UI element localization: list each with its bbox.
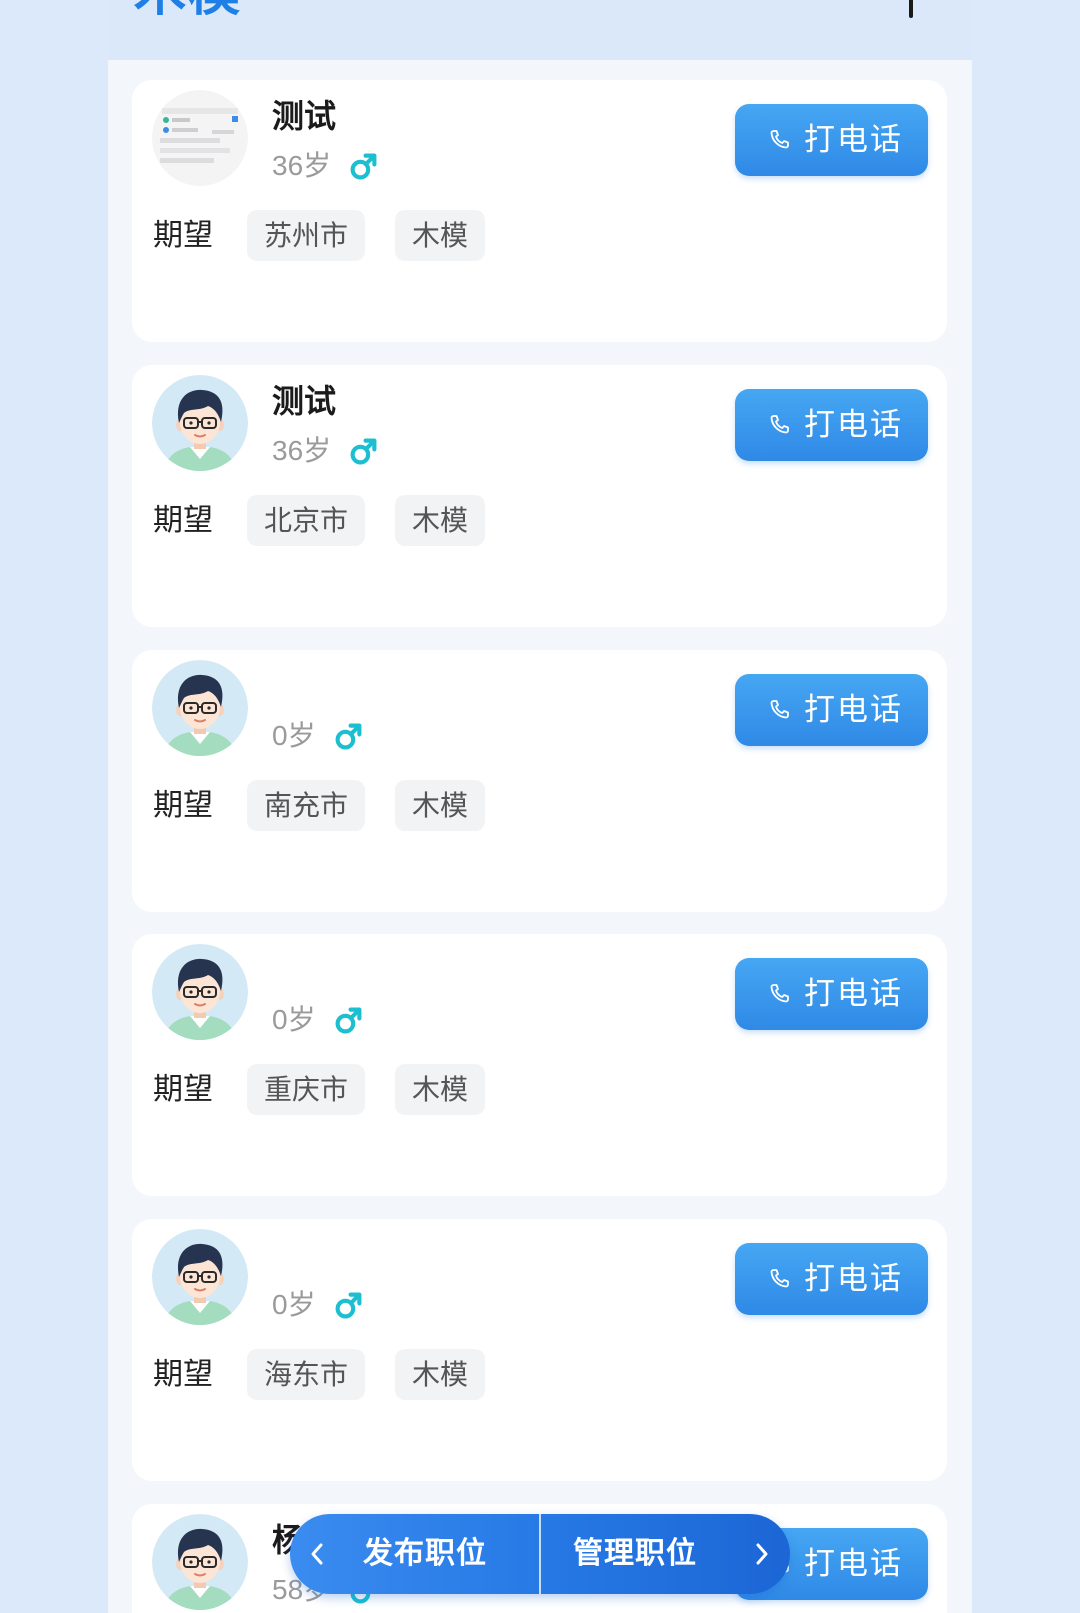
header: 木模 [108, 0, 972, 60]
city-tag: 南充市 [247, 780, 366, 831]
man-avatar-icon [152, 1514, 248, 1610]
chevron-left-icon[interactable] [308, 1541, 326, 1567]
expectation-label: 期望 [153, 1358, 213, 1391]
page-title: 木模 [134, 0, 242, 23]
man-avatar-icon [152, 375, 248, 471]
publish-job-button[interactable]: 发布职位 [290, 1514, 539, 1594]
candidate-age: 0岁 [272, 720, 316, 751]
call-button[interactable]: 打电话 [735, 958, 928, 1030]
expectation-row: 期望 苏州市 木模 [153, 210, 515, 261]
male-icon [334, 1006, 363, 1035]
job-tag: 木模 [395, 495, 486, 546]
expectation-row: 期望 北京市 木模 [153, 495, 515, 546]
call-button-label: 打电话 [804, 1546, 903, 1581]
expectation-label: 期望 [153, 504, 213, 537]
expectation-label: 期望 [153, 1073, 213, 1106]
candidate-card[interactable]: 0岁 期望 重庆市 木模 打电话 [132, 934, 947, 1196]
avatar [152, 944, 248, 1040]
expectation-label: 期望 [153, 219, 213, 252]
candidate-card[interactable]: 0岁 期望 海东市 木模 打电话 [132, 1219, 947, 1481]
candidate-card[interactable]: 测试 36岁 期望 苏州市 木模 打电话 [132, 80, 947, 342]
job-tag: 木模 [395, 1349, 486, 1400]
male-icon [334, 1291, 363, 1320]
age-row: 0岁 [272, 1288, 363, 1322]
phone-icon [768, 129, 790, 151]
phone-icon [768, 414, 790, 436]
expectation-row: 期望 南充市 木模 [153, 780, 515, 831]
city-tag: 苏州市 [247, 210, 366, 261]
job-tag: 木模 [395, 1064, 486, 1115]
bottom-action-bar: 发布职位 管理职位 [290, 1514, 790, 1594]
app-screen: 木模 测试 36岁 期望 苏州市 木模 打电话 测试 [0, 0, 1080, 1613]
man-avatar-icon [152, 660, 248, 756]
city-tag: 重庆市 [247, 1064, 366, 1115]
call-button-label: 打电话 [804, 976, 903, 1011]
candidate-name: 测试 [272, 383, 337, 419]
avatar [152, 1514, 248, 1610]
plus-icon[interactable] [891, 0, 931, 18]
avatar [152, 90, 248, 186]
candidate-card[interactable]: 0岁 期望 南充市 木模 打电话 [132, 650, 947, 912]
expectation-label: 期望 [153, 789, 213, 822]
avatar [152, 375, 248, 471]
call-button[interactable]: 打电话 [735, 1243, 928, 1315]
candidate-age: 0岁 [272, 1289, 316, 1320]
phone-icon [768, 983, 790, 1005]
screenshot-avatar-icon [152, 90, 248, 186]
city-tag: 海东市 [247, 1349, 366, 1400]
call-button[interactable]: 打电话 [735, 389, 928, 461]
manage-jobs-button[interactable]: 管理职位 [541, 1514, 790, 1594]
male-icon [349, 152, 378, 181]
candidate-age: 36岁 [272, 435, 332, 466]
male-icon [334, 722, 363, 751]
age-row: 0岁 [272, 1003, 363, 1037]
job-tag: 木模 [395, 210, 486, 261]
chevron-right-icon[interactable] [753, 1541, 771, 1567]
avatar [152, 1229, 248, 1325]
phone-icon [768, 699, 790, 721]
age-row: 0岁 [272, 719, 363, 753]
candidate-age: 0岁 [272, 1004, 316, 1035]
job-tag: 木模 [395, 780, 486, 831]
city-tag: 北京市 [247, 495, 366, 546]
male-icon [349, 437, 378, 466]
candidate-name: 测试 [272, 98, 337, 134]
manage-jobs-label: 管理职位 [573, 1537, 697, 1570]
man-avatar-icon [152, 944, 248, 1040]
publish-job-label: 发布职位 [363, 1537, 487, 1570]
expectation-row: 期望 海东市 木模 [153, 1349, 515, 1400]
age-row: 36岁 [272, 149, 378, 183]
avatar [152, 660, 248, 756]
man-avatar-icon [152, 1229, 248, 1325]
candidate-card[interactable]: 测试 36岁 期望 北京市 木模 打电话 [132, 365, 947, 627]
call-button-label: 打电话 [804, 692, 903, 727]
call-button-label: 打电话 [804, 407, 903, 442]
expectation-row: 期望 重庆市 木模 [153, 1064, 515, 1115]
call-button[interactable]: 打电话 [735, 104, 928, 176]
candidate-panel: 木模 测试 36岁 期望 苏州市 木模 打电话 测试 [108, 0, 972, 1613]
call-button-label: 打电话 [804, 122, 903, 157]
age-row: 36岁 [272, 434, 378, 468]
call-button[interactable]: 打电话 [735, 674, 928, 746]
candidate-age: 36岁 [272, 150, 332, 181]
phone-icon [768, 1268, 790, 1290]
call-button-label: 打电话 [804, 1261, 903, 1296]
